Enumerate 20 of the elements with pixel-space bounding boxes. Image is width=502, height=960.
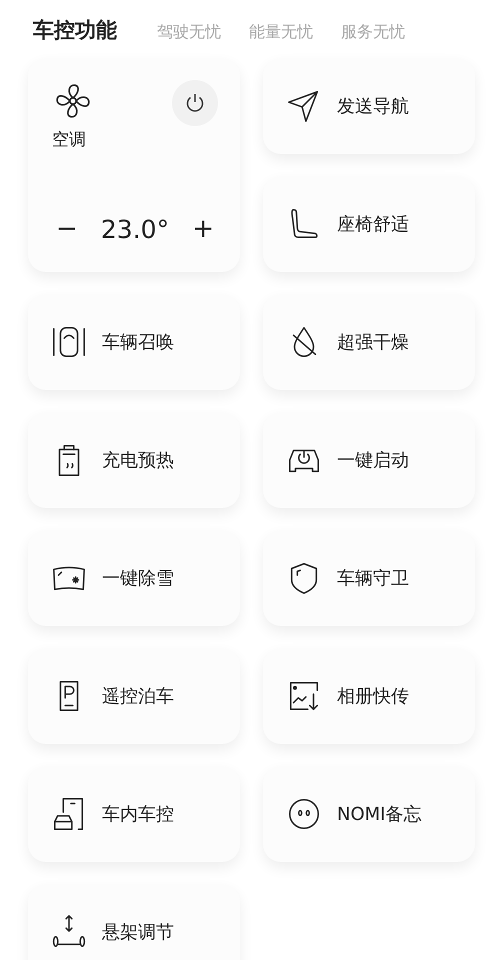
feature-tile[interactable]: 超强干燥 <box>263 294 475 390</box>
feature-tile[interactable]: NOMI备忘 <box>263 766 475 862</box>
feature-tile[interactable]: 充电预热 <box>28 412 240 508</box>
climate-card[interactable]: 空调 − 23.0° + <box>28 58 240 272</box>
feature-tile[interactable]: 发送导航 <box>263 58 475 154</box>
decrease-button[interactable]: − <box>52 214 82 244</box>
feature-tile[interactable]: 座椅舒适 <box>263 176 475 272</box>
feature-tile[interactable]: 车内车控 <box>28 766 240 862</box>
feature-tile[interactable]: 车辆守卫 <box>263 530 475 626</box>
feature-tile[interactable]: 相册快传 <box>263 648 475 744</box>
feature-tile[interactable]: 遥控泊车 <box>28 648 240 744</box>
climate-label: 空调 <box>52 129 87 151</box>
feature-tile[interactable]: 悬架调节 <box>28 884 240 960</box>
feature-tile[interactable]: 一键除雪 <box>28 530 240 626</box>
feature-tile[interactable]: 车辆召唤 <box>28 294 240 390</box>
feature-tile[interactable]: 一键启动 <box>263 412 475 508</box>
temperature-value: 23.0° <box>100 214 170 244</box>
tab[interactable]: 车控功能 <box>33 16 117 44</box>
power-button[interactable] <box>172 80 218 126</box>
increase-button[interactable]: + <box>188 214 218 244</box>
